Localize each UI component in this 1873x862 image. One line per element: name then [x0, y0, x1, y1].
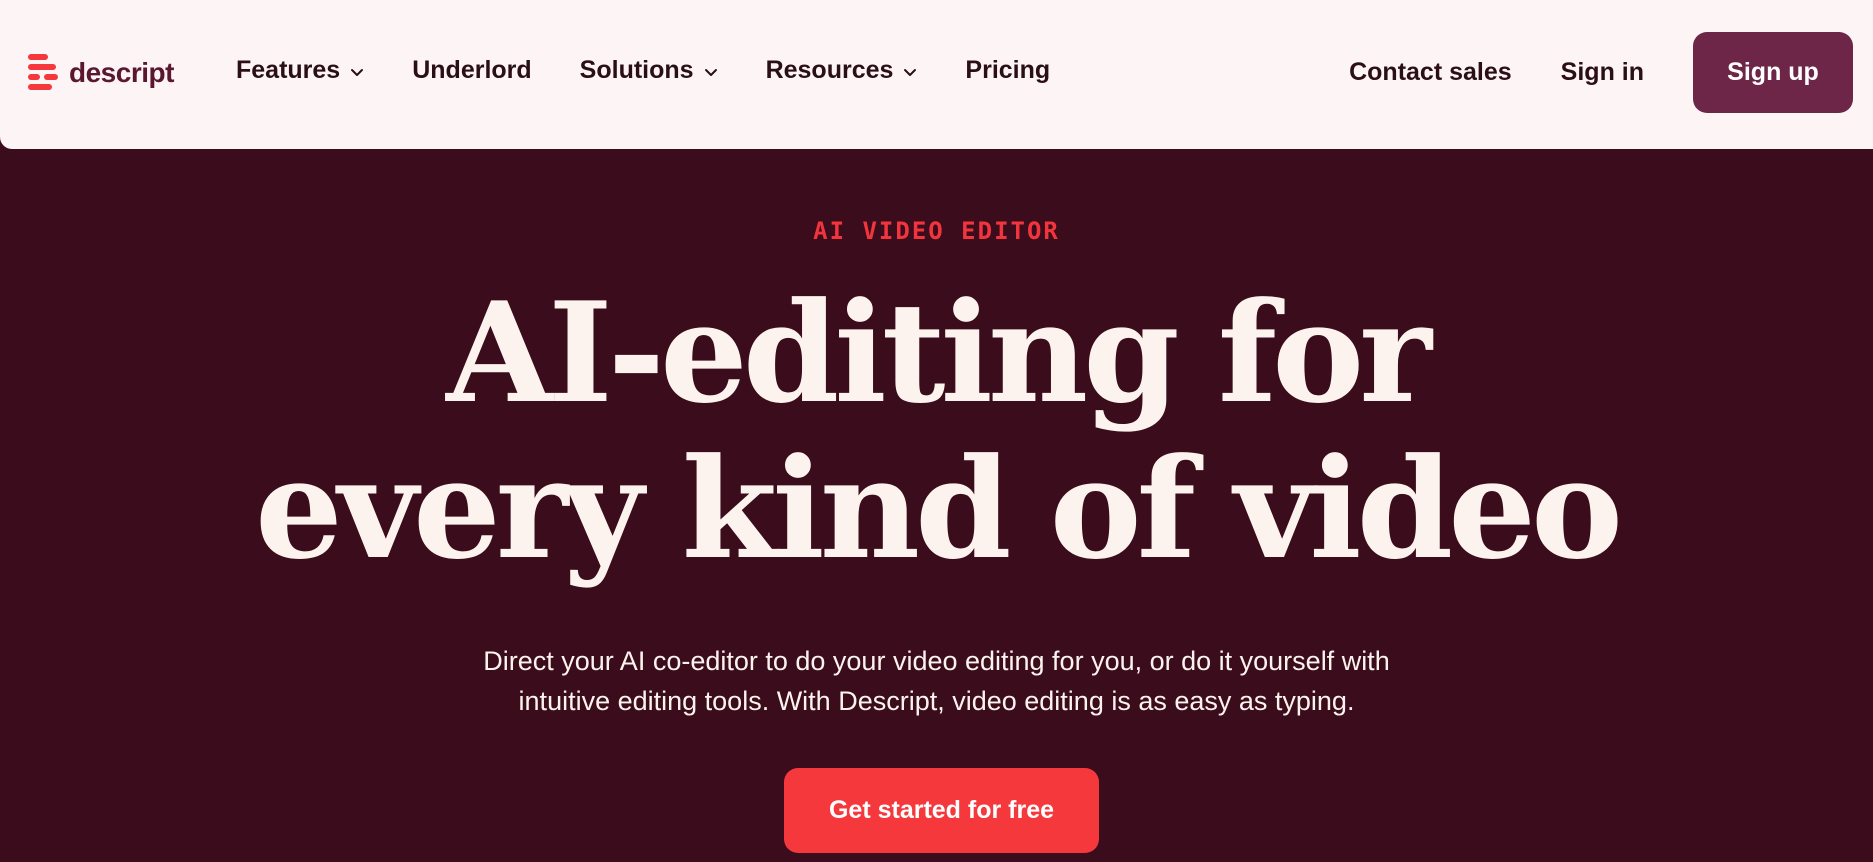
hero-subcopy: Direct your AI co-editor to do your vide… [0, 641, 1873, 721]
hero-eyebrow: AI VIDEO EDITOR [813, 217, 1060, 245]
descript-logo-link[interactable]: descript [28, 54, 174, 91]
nav-item-features[interactable]: Features [236, 56, 364, 85]
hero-headline-line-2: every kind of video [254, 427, 1623, 590]
nav-item-label: Underlord [412, 56, 532, 84]
top-navigation-bar: descript Features Underlord Solutions Re… [0, 0, 1873, 149]
nav-actions: Contact sales Sign in Sign up [1349, 32, 1853, 113]
descript-logo-icon [28, 54, 58, 90]
primary-nav: Features Underlord Solutions Resources P… [236, 56, 1098, 85]
brand-name: descript [69, 56, 174, 88]
sign-up-button[interactable]: Sign up [1693, 32, 1853, 113]
chevron-down-icon [904, 68, 917, 76]
nav-item-solutions[interactable]: Solutions [580, 56, 718, 85]
get-started-button[interactable]: Get started for free [784, 768, 1099, 853]
nav-item-label: Pricing [965, 56, 1051, 84]
chevron-down-icon [351, 68, 364, 76]
nav-item-pricing[interactable]: Pricing [965, 56, 1050, 85]
sign-in-link[interactable]: Sign in [1561, 58, 1644, 87]
contact-sales-link[interactable]: Contact sales [1349, 58, 1512, 87]
hero-subcopy-line-2: intuitive editing tools. With Descript, … [518, 686, 1355, 716]
nav-item-label: Features [236, 56, 341, 84]
nav-item-label: Solutions [579, 56, 694, 84]
hero-headline-line-1: AI-editing for [446, 271, 1432, 434]
nav-item-underlord[interactable]: Underlord [412, 56, 531, 85]
hero-subcopy-line-1: Direct your AI co-editor to do your vide… [483, 646, 1390, 676]
hero-section: AI VIDEO EDITOR AI-editing for every kin… [0, 149, 1873, 862]
nav-item-label: Resources [765, 56, 894, 84]
chevron-down-icon [704, 68, 717, 76]
hero-headline: AI-editing for every kind of video [0, 275, 1873, 587]
nav-item-resources[interactable]: Resources [766, 56, 918, 85]
